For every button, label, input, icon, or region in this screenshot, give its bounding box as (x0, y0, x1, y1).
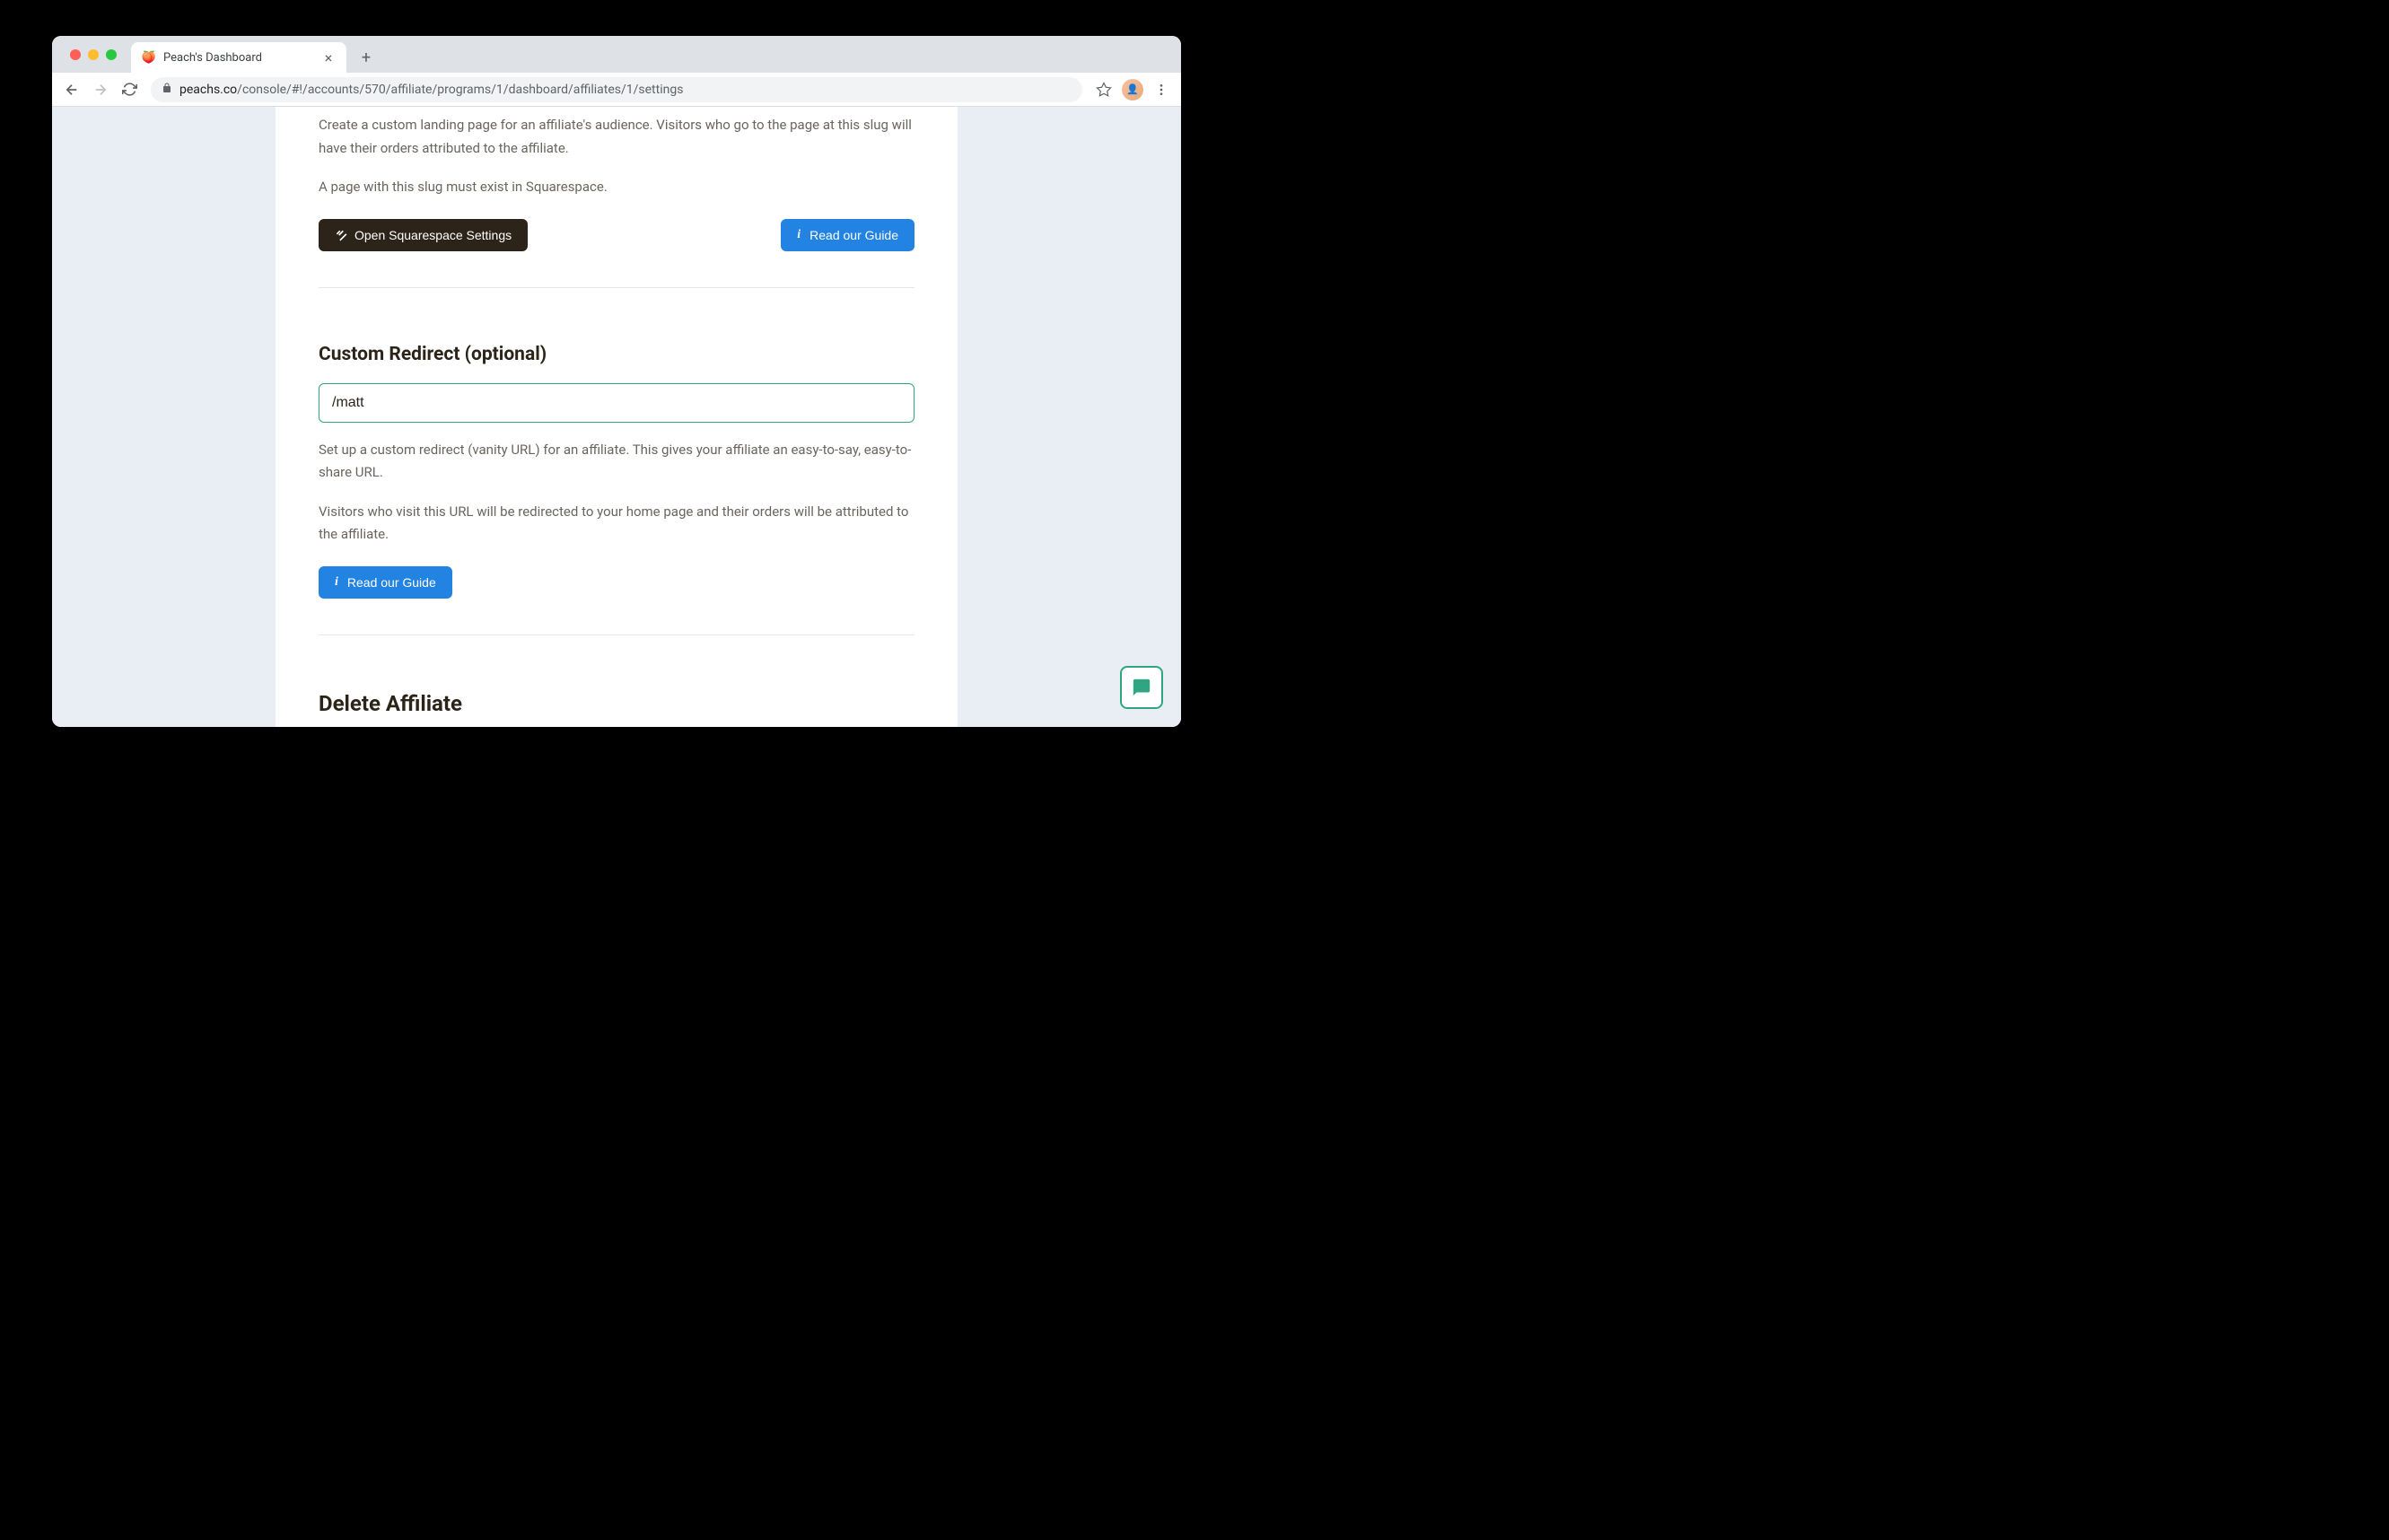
custom-redirect-guide-button[interactable]: i Read our Guide (319, 566, 452, 599)
custom-redirect-title: Custom Redirect (optional) (319, 344, 914, 365)
open-squarespace-button[interactable]: Open Squarespace Settings (319, 219, 528, 251)
landing-page-guide-button[interactable]: i Read our Guide (781, 219, 914, 251)
browser-menu-button[interactable] (1149, 77, 1174, 102)
url: peachs.co/console/#!/accounts/570/affili… (179, 83, 683, 97)
back-button[interactable] (59, 77, 84, 102)
info-icon: i (335, 575, 338, 590)
landing-page-desc-1: Create a custom landing page for an affi… (319, 107, 914, 160)
open-squarespace-label: Open Squarespace Settings (354, 228, 512, 242)
window-controls (61, 36, 126, 73)
tab-title: Peach's Dashboard (163, 51, 262, 65)
chat-icon (1132, 678, 1151, 697)
close-tab-button[interactable]: × (321, 49, 336, 66)
page-content: Create a custom landing page for an affi… (276, 107, 958, 727)
browser-toolbar: peachs.co/console/#!/accounts/570/affili… (52, 73, 1181, 107)
window-maximize-button[interactable] (106, 49, 117, 60)
browser-tab[interactable]: 🍑 Peach's Dashboard × (131, 42, 346, 73)
url-path: /console/#!/accounts/570/affiliate/progr… (237, 83, 683, 97)
favicon-peach-icon: 🍑 (142, 50, 156, 65)
tab-bar: 🍑 Peach's Dashboard × + (52, 36, 1181, 73)
divider (319, 287, 914, 288)
info-icon: i (797, 228, 801, 242)
custom-redirect-desc-1: Set up a custom redirect (vanity URL) fo… (319, 439, 914, 485)
delete-affiliate-title: Delete Affiliate (319, 691, 914, 716)
address-bar[interactable]: peachs.co/console/#!/accounts/570/affili… (151, 77, 1082, 102)
browser-window: 🍑 Peach's Dashboard × + peachs.co/consol… (52, 36, 1181, 727)
custom-redirect-button-row: i Read our Guide (319, 566, 914, 599)
squarespace-icon (335, 229, 347, 241)
reload-button[interactable] (117, 77, 142, 102)
viewport: Create a custom landing page for an affi… (52, 107, 1181, 727)
forward-button[interactable] (88, 77, 113, 102)
divider (319, 634, 914, 635)
profile-button[interactable]: 👤 (1120, 77, 1145, 102)
lock-icon (162, 83, 172, 97)
new-tab-button[interactable]: + (354, 45, 379, 70)
custom-redirect-desc-2: Visitors who visit this URL will be redi… (319, 501, 914, 547)
chat-widget-button[interactable] (1120, 666, 1163, 709)
bookmark-button[interactable] (1091, 77, 1116, 102)
custom-redirect-input[interactable] (319, 383, 914, 423)
landing-page-desc-2: A page with this slug must exist in Squa… (319, 176, 914, 199)
window-close-button[interactable] (70, 49, 81, 60)
landing-page-button-row: Open Squarespace Settings i Read our Gui… (319, 219, 914, 251)
window-minimize-button[interactable] (88, 49, 99, 60)
avatar: 👤 (1122, 79, 1143, 101)
url-domain: peachs.co (179, 83, 237, 97)
landing-page-guide-label: Read our Guide (809, 228, 898, 242)
custom-redirect-guide-label: Read our Guide (347, 575, 436, 590)
